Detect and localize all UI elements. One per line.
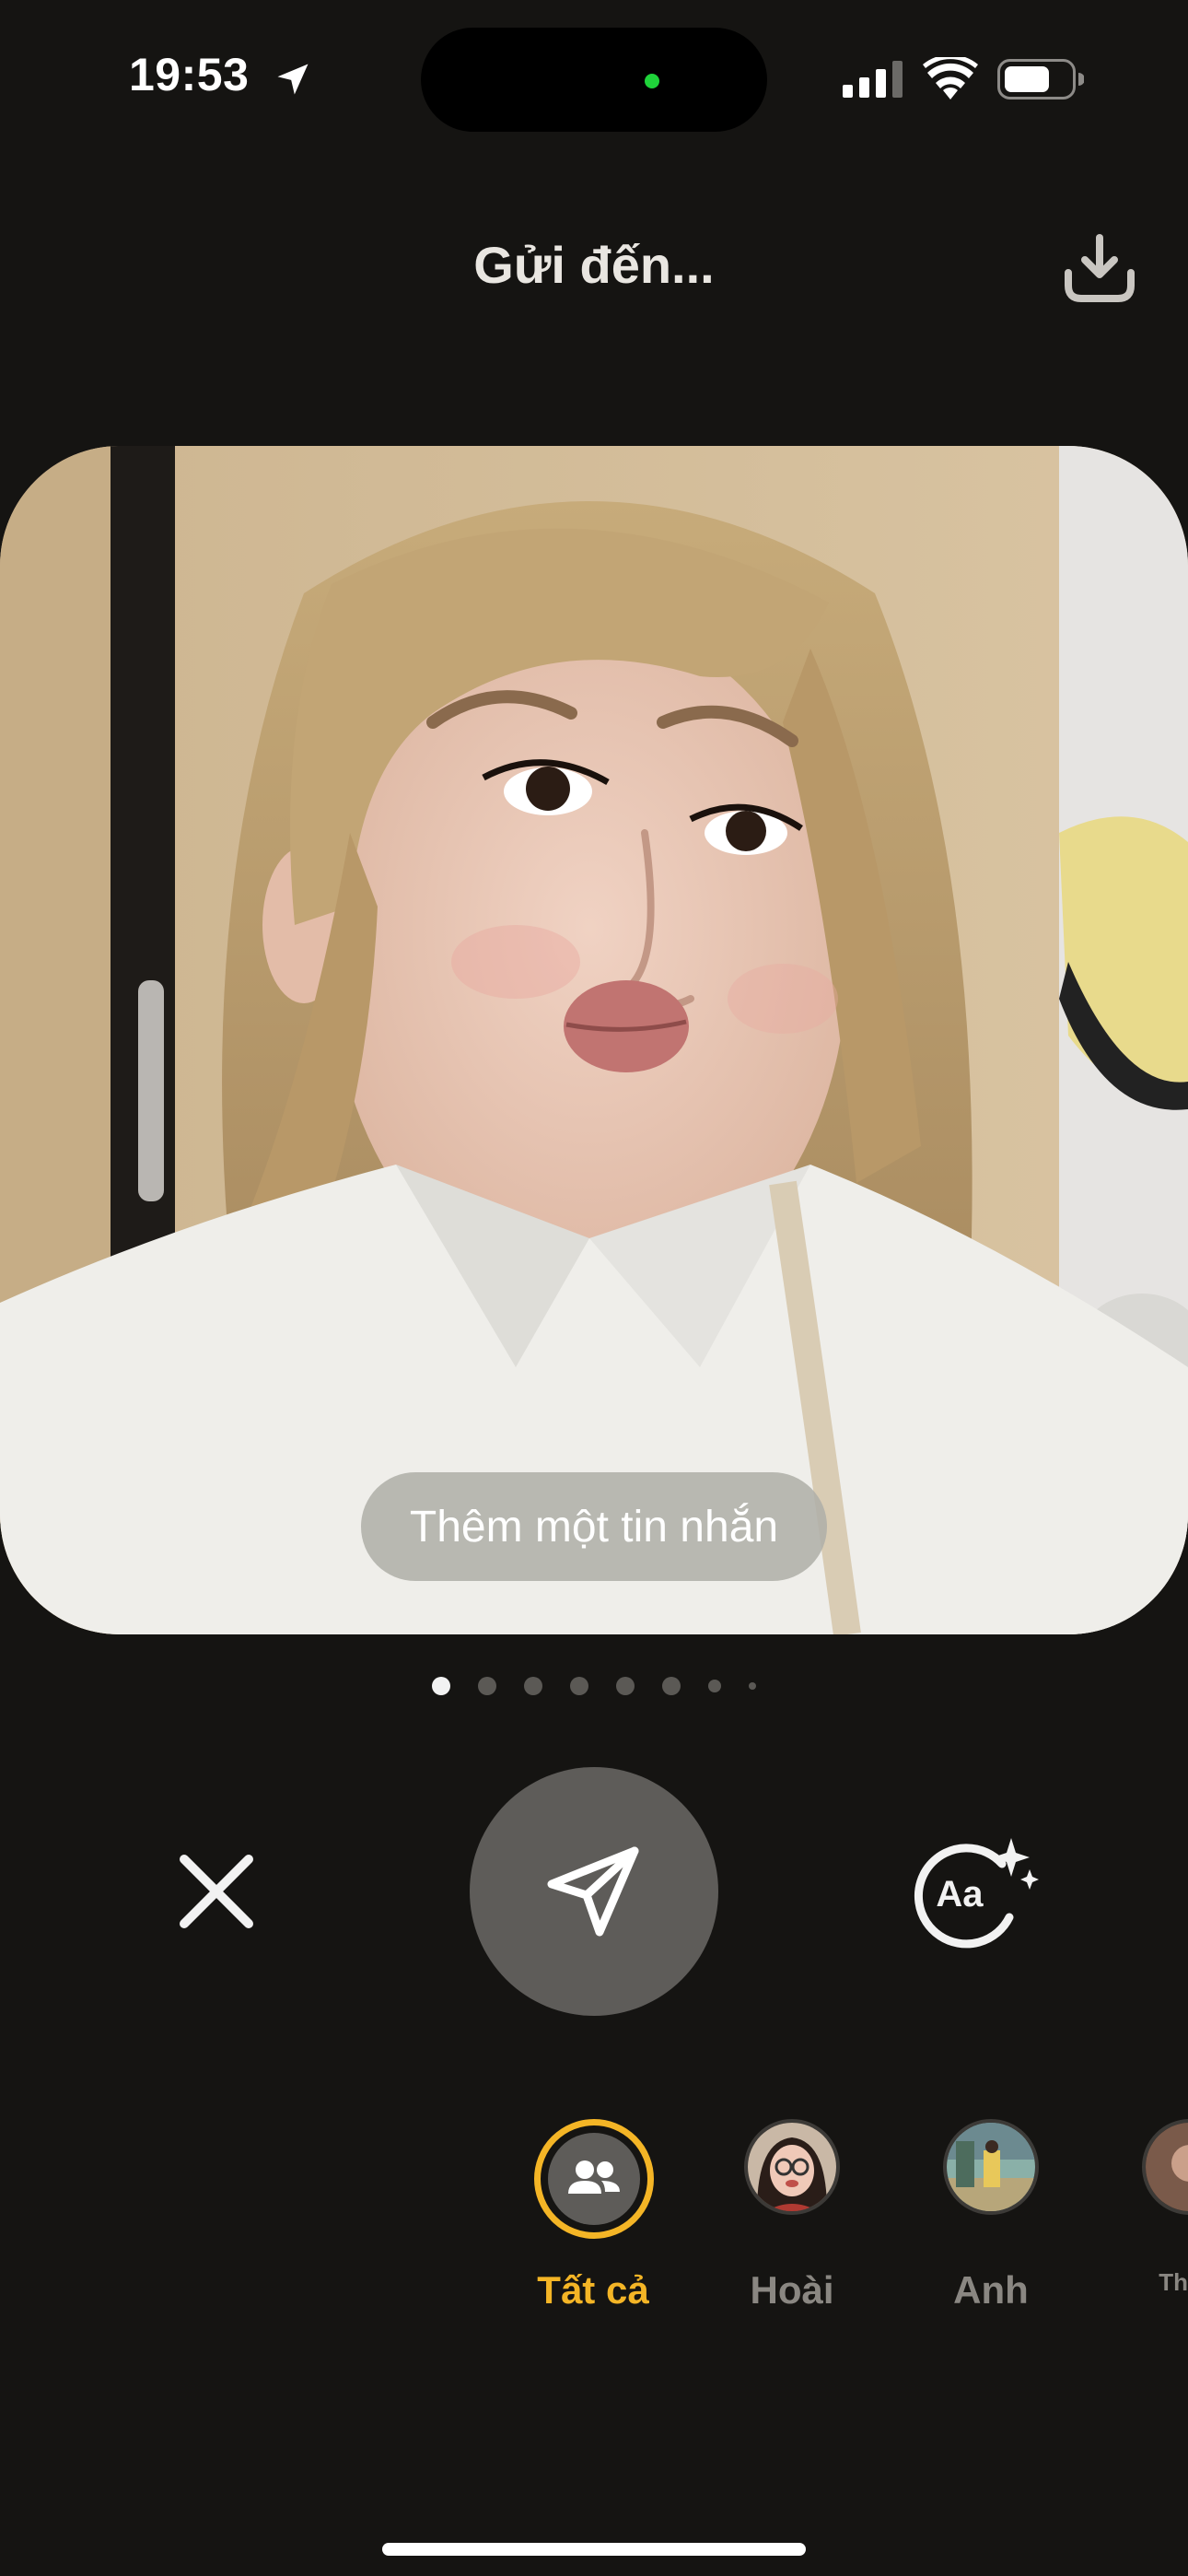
location-arrow-icon	[277, 64, 309, 95]
text-effects-button[interactable]: Aa	[903, 1829, 1041, 1949]
page-title: Gửi đến...	[473, 236, 715, 294]
page-dot[interactable]	[570, 1677, 588, 1695]
page-dot[interactable]	[708, 1680, 721, 1692]
battery-icon	[997, 59, 1084, 100]
avatar	[744, 2119, 840, 2215]
aa-sparkles-icon: Aa	[914, 1838, 1039, 1949]
page-dot[interactable]	[662, 1677, 681, 1695]
avatar	[1142, 2119, 1188, 2215]
recipient-partial[interactable]: Th	[1107, 2119, 1188, 2294]
page-indicator	[0, 1675, 1188, 1697]
page-dot-active[interactable]	[432, 1677, 450, 1695]
page-dot[interactable]	[524, 1677, 542, 1695]
wifi-icon	[923, 57, 978, 100]
paper-plane-icon	[547, 1846, 639, 1937]
svg-text:Aa: Aa	[936, 1874, 984, 1914]
recipient-all[interactable]: Tất cả	[510, 2119, 676, 2312]
recipient-all-avatar	[534, 2119, 654, 2239]
captured-photo	[0, 446, 1188, 1634]
cellular-signal-icon	[843, 61, 903, 98]
page-dot[interactable]	[478, 1677, 496, 1695]
selfie-image	[0, 446, 1188, 1634]
download-button[interactable]	[1059, 232, 1140, 306]
recipient-hoai-label: Hoài	[750, 2268, 834, 2312]
recipient-hoai[interactable]: Hoài	[709, 2119, 875, 2312]
dynamic-island	[421, 28, 767, 132]
avatar	[943, 2119, 1039, 2215]
home-indicator[interactable]	[382, 2543, 806, 2556]
camera-in-use-indicator	[645, 74, 659, 88]
recipient-anh-label: Anh	[953, 2268, 1029, 2312]
recipient-all-label: Tất cả	[537, 2268, 649, 2312]
recipient-anh[interactable]: Anh	[908, 2119, 1074, 2312]
close-icon	[180, 1855, 253, 1928]
recipient-partial-label: Th	[1159, 2268, 1188, 2294]
close-button[interactable]	[166, 1841, 267, 1942]
page-dot[interactable]	[749, 1682, 756, 1690]
add-message-button[interactable]: Thêm một tin nhắn	[361, 1472, 827, 1581]
group-icon	[548, 2133, 640, 2225]
page-dot[interactable]	[616, 1677, 635, 1695]
download-icon	[1065, 234, 1135, 302]
send-button[interactable]	[470, 1767, 718, 2016]
status-time: 19:53	[129, 49, 250, 100]
